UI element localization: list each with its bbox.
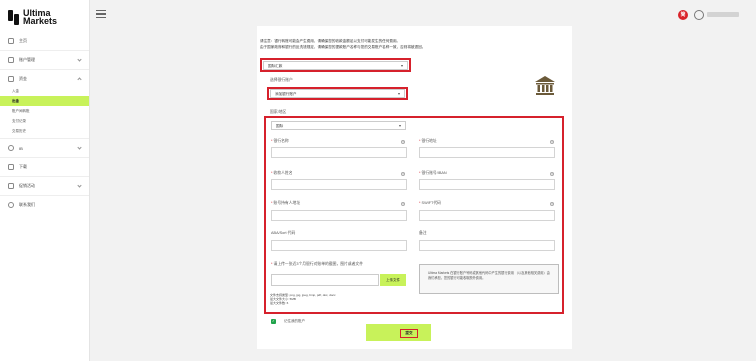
aba-sort-input[interactable] bbox=[271, 240, 407, 251]
holder-address-input[interactable] bbox=[271, 210, 407, 221]
upload-file-field[interactable] bbox=[271, 274, 379, 286]
help-icon[interactable]: ? bbox=[401, 202, 405, 206]
wallet-icon bbox=[8, 76, 14, 82]
beneficiary-name-text: 收款人姓名 bbox=[273, 171, 293, 175]
bank-name-text: 银行名称 bbox=[273, 139, 289, 143]
choose-account-label: 选择银行账户 bbox=[270, 78, 293, 82]
chevron-down-icon bbox=[77, 57, 82, 62]
bank-icon bbox=[535, 76, 555, 95]
withdraw-method-select[interactable]: 国际汇款 bbox=[263, 61, 408, 70]
swift-label: * SWIFT代码 bbox=[419, 201, 441, 205]
bank-address-text: 银行地址 bbox=[421, 139, 437, 143]
bank-name-label: * 银行名称 bbox=[271, 139, 289, 143]
sidebar-subitem-trade-history[interactable]: 交易历史 bbox=[0, 126, 89, 136]
sidebar-item-download[interactable]: 下载 bbox=[0, 160, 89, 174]
info-icon bbox=[8, 202, 14, 208]
sidebar-item-label: 主页 bbox=[19, 38, 27, 43]
remember-account-checkbox[interactable]: ✓ bbox=[271, 319, 276, 324]
sidebar-item-ib[interactable]: IB bbox=[0, 141, 89, 155]
sidebar-item-contact[interactable]: 联系我们 bbox=[0, 198, 89, 212]
beneficiary-name-input[interactable] bbox=[271, 179, 407, 190]
sidebar-item-label: 下载 bbox=[19, 164, 27, 169]
swift-input[interactable] bbox=[419, 210, 555, 221]
swift-text: SWIFT代码 bbox=[421, 201, 441, 205]
sidebar-subitem-deposit[interactable]: 入金 bbox=[0, 86, 89, 96]
submit-button[interactable] bbox=[366, 324, 431, 341]
nav-divider bbox=[0, 138, 89, 139]
max-files-note: 最大文件数: 6 bbox=[270, 301, 289, 306]
submit-button-label[interactable]: 提交 bbox=[400, 329, 418, 338]
sidebar-nav: 主页 账户管理 资金 入金 出金 账户间转账 支付记录 交易历史 IB 下载 促… bbox=[0, 34, 89, 212]
chevron-up-icon bbox=[77, 77, 82, 82]
nav-divider bbox=[0, 69, 89, 70]
upload-notes: 文件支持类型: png, jpg, jpeg, bmp, pdf, doc, d… bbox=[270, 293, 336, 306]
sidebar-item-promotions[interactable]: 促销活动 bbox=[0, 179, 89, 193]
user-icon bbox=[8, 145, 14, 151]
logo-mark-icon bbox=[8, 9, 20, 25]
remarks-input[interactable] bbox=[419, 240, 555, 251]
bank-account-value: 添加银行账户 bbox=[275, 92, 297, 96]
sidebar-item-label: 资金 bbox=[19, 76, 27, 81]
account-iban-text: 银行账号/IBAN bbox=[421, 171, 447, 175]
sidebar-item-label: 联系我们 bbox=[19, 202, 35, 207]
country-value: 国际 bbox=[276, 124, 284, 128]
brand-name-line2: Markets bbox=[23, 16, 58, 26]
nav-divider bbox=[0, 195, 89, 196]
country-label: 国家/地区 bbox=[270, 110, 287, 114]
user-avatar-icon[interactable] bbox=[694, 10, 704, 20]
country-select[interactable]: 国际 bbox=[271, 121, 406, 130]
caret-down-icon bbox=[399, 125, 401, 127]
sidebar-item-label: 促销活动 bbox=[19, 183, 35, 188]
bank-address-label: * 银行地址 bbox=[419, 139, 437, 143]
withdraw-method-value: 国际汇款 bbox=[268, 64, 283, 68]
help-icon[interactable]: ? bbox=[401, 140, 405, 144]
fee-info-box: Ultima Markets 在银行账户号码或其他代码中产生的银行费用 （以及其… bbox=[419, 264, 559, 294]
help-icon[interactable]: ? bbox=[550, 172, 554, 176]
sidebar-item-account-management[interactable]: 账户管理 bbox=[0, 53, 89, 67]
sidebar-subitem-withdraw[interactable]: 出金 bbox=[0, 96, 89, 106]
beneficiary-name-label: * 收款人姓名 bbox=[271, 171, 293, 175]
sidebar-item-label: IB bbox=[19, 145, 23, 151]
bank-account-select[interactable]: 添加银行账户 bbox=[270, 89, 405, 98]
menu-icon[interactable] bbox=[96, 10, 106, 18]
remarks-label: 备注 bbox=[419, 231, 427, 235]
chart-icon bbox=[8, 57, 14, 63]
upload-label-text: 请上传一张近3个月银行对账单的截图，图片或者文件 bbox=[273, 262, 363, 266]
home-icon bbox=[8, 38, 14, 44]
notice-line-2: 由于国家政府和银行的反洗钱规定，请确保您的提款账户名称与您的交易账户名称一致，否… bbox=[260, 45, 426, 49]
download-icon bbox=[8, 164, 14, 170]
account-iban-label: * 银行账号/IBAN bbox=[419, 171, 447, 175]
bank-address-input[interactable] bbox=[419, 147, 555, 158]
aba-sort-label: ABA/Sort 代码 bbox=[271, 231, 296, 235]
holder-address-label: * 账号持有人地址 bbox=[271, 201, 301, 205]
caret-down-icon bbox=[401, 65, 403, 67]
sidebar: Ultima Markets 主页 账户管理 资金 入金 出金 账户间转账 支付… bbox=[0, 0, 90, 361]
language-flag-icon[interactable]: 简 bbox=[678, 10, 688, 20]
chevron-down-icon bbox=[77, 183, 82, 188]
remember-account-label: 记住我的账户 bbox=[284, 319, 305, 323]
nav-divider bbox=[0, 176, 89, 177]
sidebar-subitem-transfer[interactable]: 账户间转账 bbox=[0, 106, 89, 116]
caret-down-icon bbox=[398, 93, 400, 95]
withdraw-form-card: 请注意：银行转账可能会产生费用，请确保您的收款金额足以支付可能发生的任何费用。 … bbox=[257, 26, 572, 349]
brand-logo[interactable]: Ultima Markets bbox=[8, 7, 57, 27]
account-iban-input[interactable] bbox=[419, 179, 555, 190]
upload-label: * 请上传一张近3个月银行对账单的截图，图片或者文件 bbox=[271, 262, 363, 266]
sidebar-item-label: 账户管理 bbox=[19, 57, 35, 62]
holder-address-text: 账号持有人地址 bbox=[273, 201, 301, 205]
sidebar-item-home[interactable]: 主页 bbox=[0, 34, 89, 48]
help-icon[interactable]: ? bbox=[550, 140, 554, 144]
help-icon[interactable]: ? bbox=[550, 202, 554, 206]
withdraw-notice: 请注意：银行转账可能会产生费用，请确保您的收款金额足以支付可能发生的任何费用。 … bbox=[260, 38, 560, 50]
gift-icon bbox=[8, 183, 14, 189]
sidebar-subitem-payment-history[interactable]: 支付记录 bbox=[0, 116, 89, 126]
help-icon[interactable]: ? bbox=[401, 172, 405, 176]
upload-file-button[interactable]: 上传文件 bbox=[380, 274, 406, 286]
bank-name-input[interactable] bbox=[271, 147, 407, 158]
user-name-blurred[interactable] bbox=[707, 12, 739, 17]
nav-divider bbox=[0, 50, 89, 51]
sidebar-item-funds[interactable]: 资金 bbox=[0, 72, 89, 86]
nav-divider bbox=[0, 157, 89, 158]
chevron-down-icon bbox=[77, 145, 82, 150]
